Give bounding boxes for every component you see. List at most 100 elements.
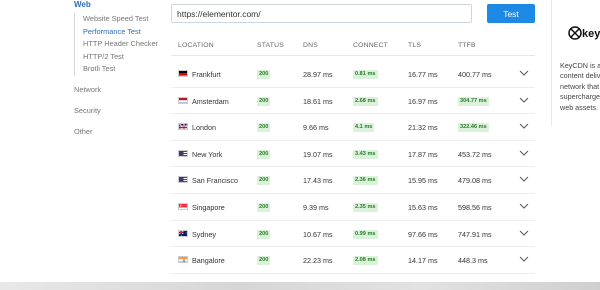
tls-value: 15.95 ms bbox=[408, 176, 438, 186]
test-button[interactable]: Test bbox=[487, 4, 535, 23]
ttfb-badge: 322.46 ms bbox=[458, 123, 489, 133]
chevron-down-icon[interactable] bbox=[519, 69, 529, 77]
australia-flag-icon bbox=[178, 229, 188, 237]
india-flag-icon bbox=[178, 256, 188, 264]
header-ttfb: TTFB bbox=[458, 42, 476, 49]
nav-security[interactable]: Security bbox=[74, 106, 101, 115]
connect-badge: 2.36 ms bbox=[353, 176, 378, 186]
connect-badge: 0.81 ms bbox=[353, 70, 378, 79]
chevron-down-icon[interactable] bbox=[519, 96, 529, 104]
location-name: Bangalore bbox=[192, 256, 225, 266]
status-badge: 200 bbox=[257, 202, 271, 212]
tls-value: 21.32 ms bbox=[408, 123, 438, 133]
uk-flag-icon bbox=[178, 123, 188, 131]
keycdn-desc-line: supercharge bbox=[560, 92, 600, 102]
connect-badge: 0.99 ms bbox=[353, 229, 378, 239]
usa-flag-icon bbox=[178, 176, 188, 184]
dns-value: 22.23 ms bbox=[303, 256, 333, 266]
location-name: Amsterdam bbox=[192, 96, 229, 106]
table-row[interactable]: Frankfurt 200 28.97 ms 0.81 ms 16.77 ms … bbox=[171, 61, 535, 88]
location-name: Frankfurt bbox=[192, 70, 221, 79]
bottom-strip bbox=[0, 282, 600, 290]
header-location: LOCATION bbox=[178, 42, 214, 49]
tls-value: 15.63 ms bbox=[408, 202, 438, 212]
ttfb-value: 448.3 ms bbox=[458, 256, 488, 266]
subnav-brotli-test[interactable]: Brotli Test bbox=[83, 63, 160, 76]
dns-value: 9.66 ms bbox=[303, 123, 329, 133]
table-row[interactable]: San Francisco 200 17.43 ms 2.36 ms 15.95… bbox=[171, 167, 535, 194]
header-tls: TLS bbox=[408, 42, 422, 49]
table-row[interactable]: Sydney 200 10.67 ms 0.99 ms 97.66 ms 747… bbox=[171, 221, 535, 248]
keycdn-logo-text: keyc bbox=[582, 28, 600, 40]
subnav-http-header-checker[interactable]: HTTP Header Checker bbox=[83, 38, 160, 51]
url-input[interactable] bbox=[171, 4, 472, 23]
location-name: New York bbox=[192, 149, 223, 159]
chevron-down-icon[interactable] bbox=[519, 149, 529, 157]
subnav-http2-test[interactable]: HTTP/2 Test bbox=[83, 51, 160, 64]
keycdn-desc-line: KeyCDN is a bbox=[560, 61, 600, 70]
chevron-down-icon[interactable] bbox=[519, 122, 529, 130]
keycdn-desc-line: content deliv bbox=[560, 71, 600, 81]
status-badge: 200 bbox=[257, 256, 271, 266]
table-row[interactable]: Singapore 200 9.39 ms 2.35 ms 15.63 ms 5… bbox=[171, 194, 535, 221]
usa-flag-icon bbox=[178, 149, 188, 157]
header-dns: DNS bbox=[303, 42, 318, 49]
connect-badge: 4.1 ms bbox=[353, 123, 375, 133]
status-badge: 200 bbox=[257, 96, 271, 106]
location-name: Singapore bbox=[192, 202, 225, 212]
ttfb-badge: 304.77 ms bbox=[458, 96, 489, 106]
table-row[interactable]: London 200 9.66 ms 4.1 ms 21.32 ms 322.4… bbox=[171, 114, 535, 141]
dns-value: 19.07 ms bbox=[303, 149, 333, 159]
chevron-down-icon[interactable] bbox=[519, 255, 529, 263]
nav-web[interactable]: Web bbox=[74, 0, 91, 10]
status-badge: 200 bbox=[257, 70, 271, 79]
singapore-flag-icon bbox=[178, 202, 188, 210]
subnav-performance-test[interactable]: Performance Test bbox=[83, 26, 160, 39]
connect-badge: 2.08 ms bbox=[353, 256, 378, 266]
tls-value: 16.97 ms bbox=[408, 96, 438, 106]
header-status: STATUS bbox=[257, 42, 285, 49]
subnav-website-speed-test[interactable]: Website Speed Test bbox=[83, 13, 160, 26]
connect-badge: 2.68 ms bbox=[353, 96, 378, 106]
tls-value: 97.66 ms bbox=[408, 229, 438, 239]
germany-flag-icon bbox=[178, 70, 188, 77]
ttfb-value: 598.56 ms bbox=[458, 202, 492, 212]
keycdn-info-card: keyc KeyCDN is a content deliv network t… bbox=[551, 0, 600, 126]
status-badge: 200 bbox=[257, 123, 271, 133]
location-name: Sydney bbox=[192, 229, 216, 239]
keycdn-description: KeyCDN is a content deliv network that s… bbox=[560, 61, 600, 113]
table-row[interactable]: Bangalore 200 22.23 ms 2.08 ms 14.17 ms … bbox=[171, 247, 535, 274]
ttfb-value: 747.91 ms bbox=[458, 229, 492, 239]
ttfb-value: 453.72 ms bbox=[458, 149, 492, 159]
chevron-down-icon[interactable] bbox=[519, 229, 529, 237]
dns-value: 18.61 ms bbox=[303, 96, 333, 106]
ttfb-value: 479.08 ms bbox=[458, 176, 492, 186]
header-connect: CONNECT bbox=[353, 42, 389, 49]
keycdn-desc-line: web assets. bbox=[560, 102, 598, 112]
keycdn-logo[interactable]: keyc bbox=[568, 25, 600, 41]
location-name: San Francisco bbox=[192, 176, 238, 186]
nav-network[interactable]: Network bbox=[74, 85, 101, 94]
status-badge: 200 bbox=[257, 149, 271, 159]
chevron-down-icon[interactable] bbox=[519, 202, 529, 210]
tls-value: 17.87 ms bbox=[408, 149, 438, 159]
netherlands-flag-icon bbox=[178, 96, 188, 104]
dns-value: 17.43 ms bbox=[303, 176, 333, 186]
status-badge: 200 bbox=[257, 229, 271, 239]
connect-badge: 3.43 ms bbox=[353, 149, 378, 159]
results-table: Frankfurt 200 28.97 ms 0.81 ms 16.77 ms … bbox=[171, 61, 535, 274]
connect-badge: 2.35 ms bbox=[353, 202, 378, 212]
web-subnav: Website Speed Test Performance Test HTTP… bbox=[74, 13, 160, 76]
dns-value: 10.67 ms bbox=[303, 229, 333, 239]
table-row[interactable]: New York 200 19.07 ms 3.43 ms 17.87 ms 4… bbox=[171, 141, 535, 168]
dns-value: 28.97 ms bbox=[303, 70, 333, 79]
ttfb-value: 400.77 ms bbox=[458, 70, 492, 79]
nav-other[interactable]: Other bbox=[74, 127, 92, 136]
status-badge: 200 bbox=[257, 176, 271, 186]
dns-value: 9.39 ms bbox=[303, 202, 329, 212]
table-header: LOCATION STATUS DNS CONNECT TLS TTFB bbox=[171, 40, 535, 56]
sidebar: Web Website Speed Test Performance Test … bbox=[0, 0, 165, 282]
location-name: London bbox=[192, 123, 216, 133]
chevron-down-icon[interactable] bbox=[519, 175, 529, 183]
table-row[interactable]: Amsterdam 200 18.61 ms 2.68 ms 16.97 ms … bbox=[171, 88, 535, 115]
